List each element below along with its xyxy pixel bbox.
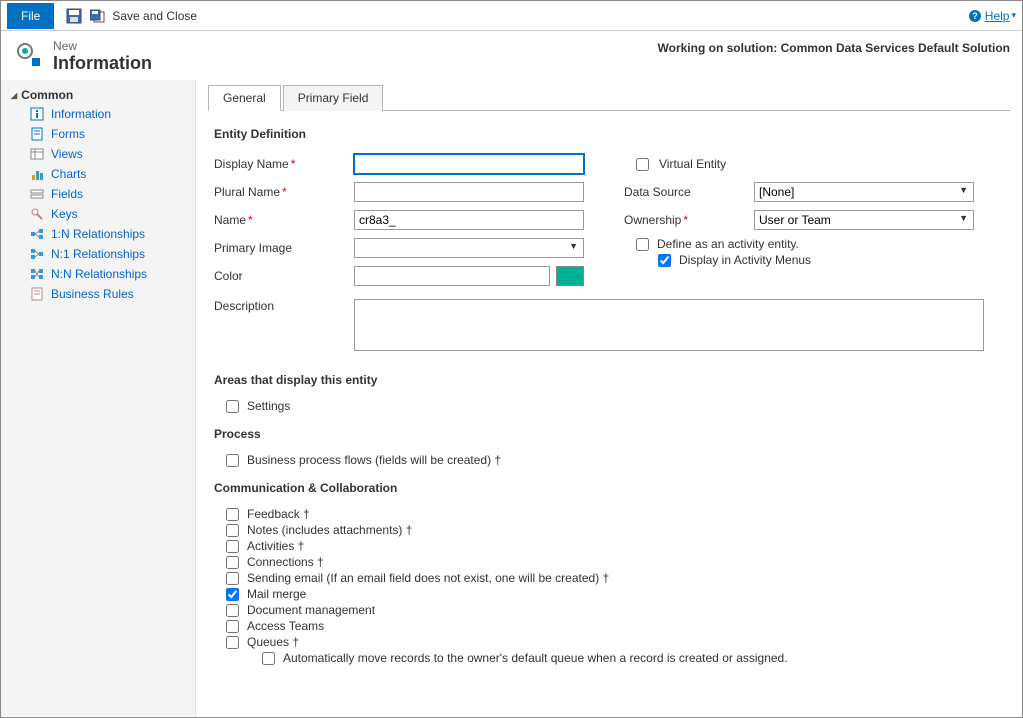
check-auto-queue[interactable] [262, 652, 275, 665]
label-doc-mgmt: Document management [247, 603, 375, 617]
label-description: Description [214, 299, 354, 313]
sidebar-item-information[interactable]: Information [1, 104, 195, 124]
entity-icon [13, 39, 45, 71]
check-doc-mgmt[interactable] [226, 604, 239, 617]
svg-text:?: ? [972, 11, 978, 21]
label-sending-email: Sending email (If an email field does no… [247, 571, 609, 585]
input-name[interactable] [354, 210, 584, 230]
label-primary-image: Primary Image [214, 241, 354, 255]
select-primary-image[interactable] [354, 238, 584, 258]
rules-icon [29, 287, 45, 301]
rel-nn-icon [29, 267, 45, 281]
sidebar-item-1n[interactable]: 1:N Relationships [1, 224, 195, 244]
label-define-activity: Define as an activity entity. [657, 237, 799, 251]
check-activities[interactable] [226, 540, 239, 553]
color-swatch[interactable] [556, 266, 584, 286]
section-areas: Areas that display this entity [214, 373, 1004, 387]
sidebar-item-charts[interactable]: Charts [1, 164, 195, 184]
check-display-activity-menus[interactable] [658, 254, 671, 267]
check-access-teams[interactable] [226, 620, 239, 633]
label-virtual-entity: Virtual Entity [659, 157, 726, 171]
save-close-label[interactable]: Save and Close [112, 9, 197, 23]
label-settings-area: Settings [247, 399, 290, 413]
label-access-teams: Access Teams [247, 619, 324, 633]
form-scroll[interactable]: Entity Definition Display Name* Plural N… [196, 111, 1022, 716]
sidebar-group-common[interactable]: Common [1, 86, 195, 104]
sidebar-item-views[interactable]: Views [1, 144, 195, 164]
check-settings[interactable] [226, 400, 239, 413]
select-ownership[interactable]: User or Team [754, 210, 974, 230]
label-auto-queue: Automatically move records to the owner'… [283, 651, 788, 665]
tab-general[interactable]: General [208, 85, 281, 111]
toolbar: File Save and Close ? Help ▾ [1, 1, 1022, 31]
label-name: Name* [214, 213, 354, 227]
file-button[interactable]: File [7, 3, 54, 29]
textarea-description[interactable] [354, 299, 984, 351]
label-feedback: Feedback † [247, 507, 310, 521]
sidebar-item-n1[interactable]: N:1 Relationships [1, 244, 195, 264]
label-plural-name: Plural Name* [214, 185, 354, 199]
section-entity-definition: Entity Definition [214, 127, 1004, 141]
section-process: Process [214, 427, 1004, 441]
label-display-activity-menus: Display in Activity Menus [679, 253, 811, 267]
header: New Information Working on solution: Com… [1, 31, 1022, 80]
sidebar-item-fields[interactable]: Fields [1, 184, 195, 204]
forms-icon [29, 127, 45, 141]
check-connections[interactable] [226, 556, 239, 569]
input-plural-name[interactable] [354, 182, 584, 202]
keys-icon [29, 207, 45, 221]
select-data-source[interactable]: [None] [754, 182, 974, 202]
save-icon[interactable] [66, 8, 82, 24]
rel-n1-icon [29, 247, 45, 261]
section-comm-collab: Communication & Collaboration [214, 481, 1004, 495]
fields-icon [29, 187, 45, 201]
input-color[interactable] [354, 266, 550, 286]
sidebar-item-forms[interactable]: Forms [1, 124, 195, 144]
new-label: New [53, 39, 152, 53]
sidebar: Common Information Forms Views Charts Fi… [1, 80, 196, 716]
check-notes[interactable] [226, 524, 239, 537]
views-icon [29, 147, 45, 161]
check-sending-email[interactable] [226, 572, 239, 585]
sidebar-item-keys[interactable]: Keys [1, 204, 195, 224]
check-mail-merge[interactable] [226, 588, 239, 601]
label-bpf: Business process flows (fields will be c… [247, 453, 501, 467]
label-notes: Notes (includes attachments) † [247, 523, 412, 537]
check-define-activity[interactable] [636, 238, 649, 251]
rel-1n-icon [29, 227, 45, 241]
label-data-source: Data Source [624, 185, 754, 199]
tab-primary-field[interactable]: Primary Field [283, 85, 384, 111]
page-title: Information [53, 53, 152, 74]
label-activities: Activities † [247, 539, 304, 553]
help-link[interactable]: ? Help ▾ [968, 9, 1016, 23]
sidebar-item-businessrules[interactable]: Business Rules [1, 284, 195, 304]
label-queues: Queues † [247, 635, 299, 649]
label-display-name: Display Name* [214, 157, 354, 171]
sidebar-item-nn[interactable]: N:N Relationships [1, 264, 195, 284]
solution-context: Working on solution: Common Data Service… [658, 39, 1010, 55]
check-feedback[interactable] [226, 508, 239, 521]
label-color: Color [214, 269, 354, 283]
label-connections: Connections † [247, 555, 324, 569]
label-mail-merge: Mail merge [247, 587, 306, 601]
save-close-icon[interactable] [90, 8, 106, 24]
label-ownership: Ownership* [624, 213, 754, 227]
check-bpf[interactable] [226, 454, 239, 467]
info-icon [29, 107, 45, 121]
input-display-name[interactable] [354, 154, 584, 174]
charts-icon [29, 167, 45, 181]
tabs: General Primary Field [208, 84, 1010, 111]
check-virtual-entity[interactable] [636, 158, 649, 171]
check-queues[interactable] [226, 636, 239, 649]
